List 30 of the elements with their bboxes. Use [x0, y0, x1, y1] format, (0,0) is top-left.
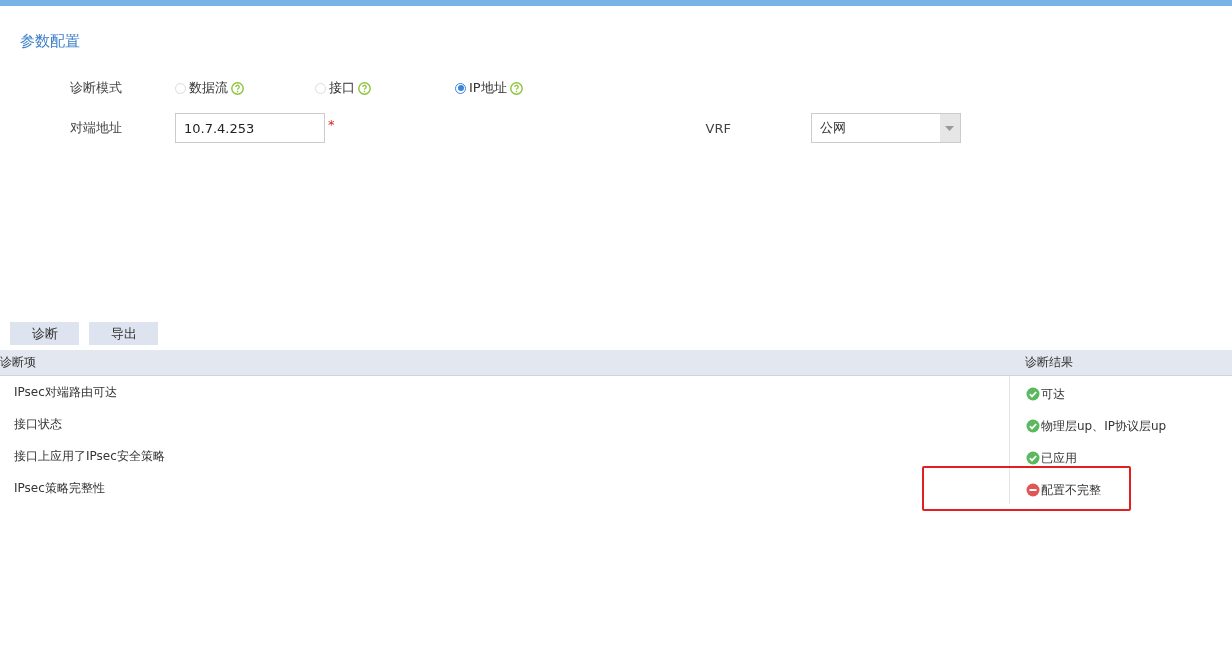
toolbar-button[interactable]: 导出	[89, 322, 158, 345]
caret-icon	[945, 125, 954, 131]
table-cell: IPsec策略完整性	[14, 479, 105, 497]
table-cell: 接口上应用了IPsec安全策略	[14, 447, 165, 465]
table-cell: 配置不完整	[1041, 481, 1101, 499]
minus-circle-icon	[1026, 483, 1040, 497]
radio-label[interactable]: 数据流	[189, 79, 228, 97]
table-cell: 物理层up、IP协议层up	[1041, 417, 1167, 435]
field-label: VRF	[705, 120, 732, 136]
dropdown[interactable]: 公网	[810, 113, 961, 143]
check-icon	[1026, 451, 1040, 465]
help-icon[interactable]	[509, 81, 523, 95]
check-icon	[1026, 419, 1040, 433]
column-header: 诊断项	[0, 354, 37, 371]
help-icon[interactable]	[358, 81, 371, 95]
toolbar-button[interactable]: 诊断	[10, 322, 79, 345]
check-icon	[1026, 387, 1040, 401]
table-cell: 已应用	[1041, 449, 1077, 467]
field-label: 对端地址	[70, 119, 123, 137]
table-cell: 接口状态	[14, 415, 62, 433]
help-icon[interactable]	[231, 81, 244, 95]
table-cell: IPsec对端路由可达	[14, 383, 117, 401]
radio-label[interactable]: 接口	[329, 79, 355, 97]
radio-label[interactable]: IP地址	[469, 79, 507, 97]
section-title: 参数配置	[20, 32, 80, 51]
input-field[interactable]: 10.7.4.253	[175, 113, 325, 143]
required-mark: *	[328, 117, 335, 132]
field-label: 诊断模式	[70, 79, 123, 97]
table-cell: 可达	[1041, 385, 1065, 403]
column-header: 诊断结果	[1024, 354, 1073, 371]
